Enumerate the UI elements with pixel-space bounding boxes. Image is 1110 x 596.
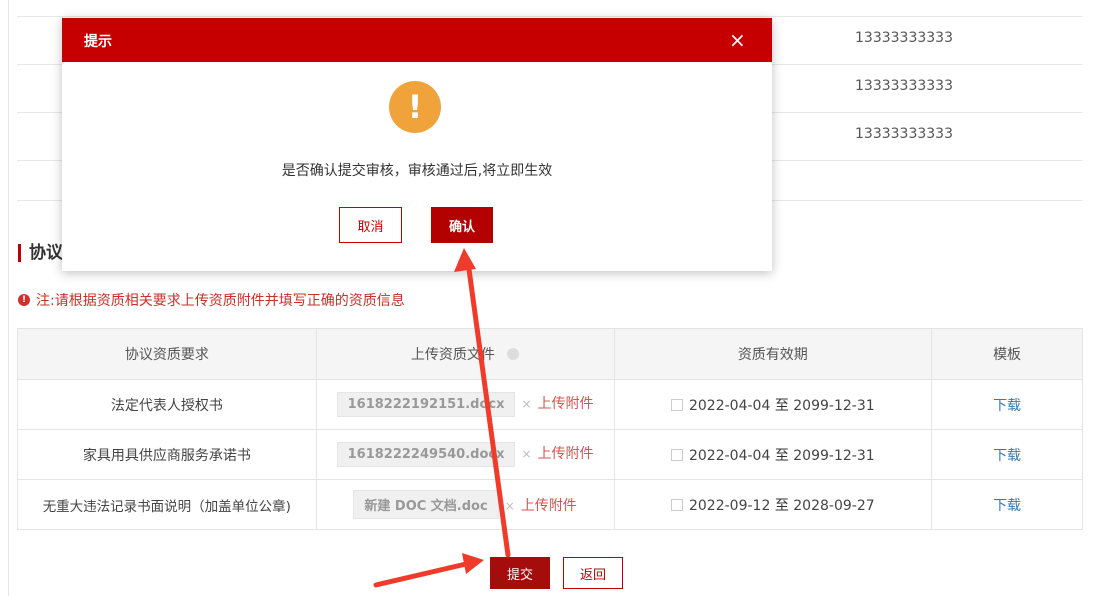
remove-file-icon[interactable]: × (521, 447, 531, 461)
template-cell: 下载 (931, 479, 1083, 530)
table-row: 法定代表人授权书 1618222192151.docx × 上传附件 2022-04… (17, 379, 1083, 430)
file-cell: 1618222249540.docx × 上传附件 (315, 429, 615, 480)
remove-file-icon[interactable]: × (505, 499, 515, 513)
validity-cell[interactable]: 2022-04-04 至 2099-12-31 (613, 379, 933, 430)
cancel-button[interactable]: 取消 (339, 207, 402, 243)
alert-icon: ! (18, 294, 30, 306)
download-link[interactable]: 下载 (993, 398, 1021, 414)
column-header: 资质有效期 (613, 328, 933, 380)
close-icon[interactable]: × (729, 28, 746, 52)
upload-link[interactable]: 上传附件 (521, 498, 577, 514)
phone-number: 13333333333 (855, 30, 953, 46)
file-chip: 1618222192151.docx (336, 392, 516, 417)
warning-icon: ! (389, 81, 441, 133)
table-header-row: 协议资质要求 上传资质文件 资质有效期 模板 (17, 328, 1083, 380)
note-text: 注:请根据资质相关要求上传资质附件并填写正确的资质信息 (36, 293, 405, 309)
template-cell: 下载 (931, 429, 1083, 480)
template-cell: 下载 (931, 379, 1083, 430)
column-header: 协议资质要求 (17, 328, 317, 380)
table-row: 无重大违法记录书面说明（加盖单位公章) 新建 DOC 文档.doc × 上传附件 2… (17, 479, 1083, 530)
upload-note: ! 注:请根据资质相关要求上传资质附件并填写正确的资质信息 (18, 290, 405, 310)
phone-number: 13333333333 (855, 78, 953, 94)
column-header: 模板 (931, 328, 1083, 380)
phone-number: 13333333333 (855, 126, 953, 142)
dialog-header (62, 18, 772, 62)
validity-cell[interactable]: 2022-04-04 至 2099-12-31 (613, 429, 933, 480)
dialog-message: 是否确认提交审核，审核通过后,将立即生效 (281, 163, 553, 179)
file-chip: 1618222249540.docx (336, 442, 516, 467)
section-title: 协议 (18, 244, 63, 262)
remove-file-icon[interactable]: × (521, 397, 531, 411)
qualification-table: 协议资质要求 上传资质文件 资质有效期 模板 法定代表人授权书 16182221… (17, 328, 1083, 530)
help-icon[interactable] (507, 348, 520, 360)
confirm-button[interactable]: 确认 (431, 207, 493, 243)
calendar-icon (670, 498, 683, 511)
upload-link[interactable]: 上传附件 (538, 396, 594, 412)
download-link[interactable]: 下载 (993, 448, 1021, 464)
submit-button[interactable]: 提交 (490, 557, 550, 589)
table-row: 家具用具供应商服务承诺书 1618222249540.docx × 上传附件 202… (17, 429, 1083, 480)
validity-cell[interactable]: 2022-09-12 至 2028-09-27 (613, 479, 933, 530)
file-cell: 1618222192151.docx × 上传附件 (315, 379, 615, 430)
confirm-dialog: 提示 × ! 是否确认提交审核，审核通过后,将立即生效 取消 确认 (62, 18, 772, 271)
calendar-icon (670, 448, 683, 461)
calendar-icon (670, 398, 683, 411)
upload-link[interactable]: 上传附件 (538, 446, 594, 462)
requirement-name: 家具用具供应商服务承诺书 (17, 429, 317, 480)
file-chip: 新建 DOC 文档.doc (353, 490, 499, 519)
download-link[interactable]: 下载 (993, 498, 1021, 514)
back-button[interactable]: 返回 (563, 557, 623, 589)
requirement-name: 法定代表人授权书 (17, 379, 317, 430)
file-cell: 新建 DOC 文档.doc × 上传附件 (315, 479, 615, 530)
requirement-name: 无重大违法记录书面说明（加盖单位公章) (17, 479, 317, 530)
column-header: 上传资质文件 (315, 328, 615, 380)
dialog-title: 提示 (84, 34, 112, 50)
